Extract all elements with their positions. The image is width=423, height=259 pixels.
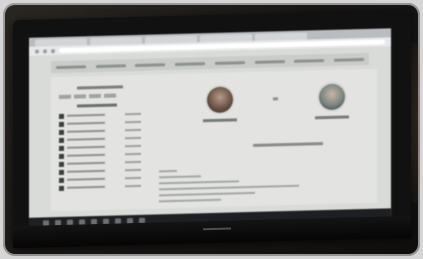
- player-name: [67, 177, 105, 181]
- player-name: [67, 185, 105, 189]
- player-name: [67, 137, 105, 141]
- laptop-bezel: [13, 9, 411, 249]
- browser-tab[interactable]: [255, 32, 307, 41]
- ranking-row[interactable]: [59, 135, 141, 143]
- detail-line: [159, 184, 299, 191]
- ranking-row[interactable]: [59, 127, 141, 135]
- match-result: [253, 142, 323, 147]
- ranking-row[interactable]: [59, 119, 141, 127]
- match-panel: [201, 83, 351, 157]
- ranking-sidebar: [59, 85, 141, 205]
- ranking-row[interactable]: [59, 151, 141, 159]
- detail-line: [159, 198, 221, 203]
- sidebar-controls: [59, 93, 141, 100]
- ranking-row[interactable]: [59, 175, 141, 183]
- player-name-left: [203, 118, 237, 123]
- player-name: [67, 121, 105, 125]
- filter-button[interactable]: [104, 93, 116, 98]
- ranking-row[interactable]: [59, 183, 141, 191]
- filter-button[interactable]: [59, 94, 71, 100]
- filter-button[interactable]: [74, 94, 86, 99]
- player-score: [125, 152, 141, 156]
- player-avatar-left[interactable]: [207, 86, 233, 114]
- detail-line: [159, 180, 239, 185]
- browser-tab[interactable]: [90, 36, 142, 46]
- browser-tab[interactable]: [200, 33, 252, 43]
- detail-line: [159, 175, 201, 179]
- avatar: [59, 185, 64, 191]
- player-name: [67, 113, 105, 117]
- ranking-row[interactable]: [59, 159, 141, 167]
- player-score: [125, 168, 141, 172]
- player-score: [125, 176, 141, 180]
- player-score: [125, 120, 141, 124]
- brand-mark: [203, 227, 231, 231]
- browser-tab[interactable]: [145, 35, 197, 44]
- avatar: [59, 177, 64, 183]
- player-score: [125, 112, 141, 116]
- avatar: [59, 145, 64, 151]
- detail-line: [159, 169, 177, 173]
- nav-item[interactable]: [334, 57, 365, 62]
- versus-mark: [273, 97, 278, 101]
- player-score: [125, 184, 141, 188]
- ranking-row[interactable]: [59, 111, 141, 119]
- laptop-screen: [29, 28, 391, 230]
- avatar: [59, 129, 64, 135]
- player-score: [125, 128, 141, 132]
- player-name: [67, 129, 105, 133]
- sidebar-heading: [77, 85, 123, 90]
- ranking-title: [77, 103, 117, 108]
- player-name-right: [315, 115, 349, 120]
- back-icon[interactable]: [35, 49, 39, 54]
- match-details: [159, 166, 319, 206]
- avatar: [59, 121, 64, 127]
- avatar: [59, 169, 64, 175]
- forward-icon[interactable]: [43, 48, 47, 53]
- player-name: [67, 161, 105, 165]
- filter-button[interactable]: [89, 93, 101, 99]
- player-name: [67, 169, 105, 173]
- player-avatar-right[interactable]: [319, 83, 345, 111]
- player-score: [125, 144, 141, 148]
- avatar: [59, 137, 64, 143]
- page-content: [51, 68, 377, 212]
- ranking-row[interactable]: [59, 143, 141, 151]
- avatar: [59, 161, 64, 167]
- nav-item[interactable]: [95, 63, 126, 68]
- nav-item[interactable]: [175, 61, 206, 66]
- detail-line: [159, 191, 255, 197]
- ranking-row[interactable]: [59, 167, 141, 175]
- nav-item[interactable]: [254, 59, 285, 64]
- player-name: [67, 153, 105, 157]
- reload-icon[interactable]: [51, 48, 55, 53]
- player-score: [125, 160, 141, 164]
- player-score: [125, 136, 141, 140]
- photo-frame: [3, 3, 420, 256]
- browser-tab[interactable]: [35, 38, 87, 47]
- avatar: [59, 153, 64, 159]
- nav-item[interactable]: [214, 60, 245, 65]
- nav-item[interactable]: [135, 62, 166, 67]
- nav-item[interactable]: [294, 58, 325, 63]
- avatar: [59, 113, 64, 119]
- player-name: [67, 145, 105, 149]
- nav-item[interactable]: [55, 64, 86, 69]
